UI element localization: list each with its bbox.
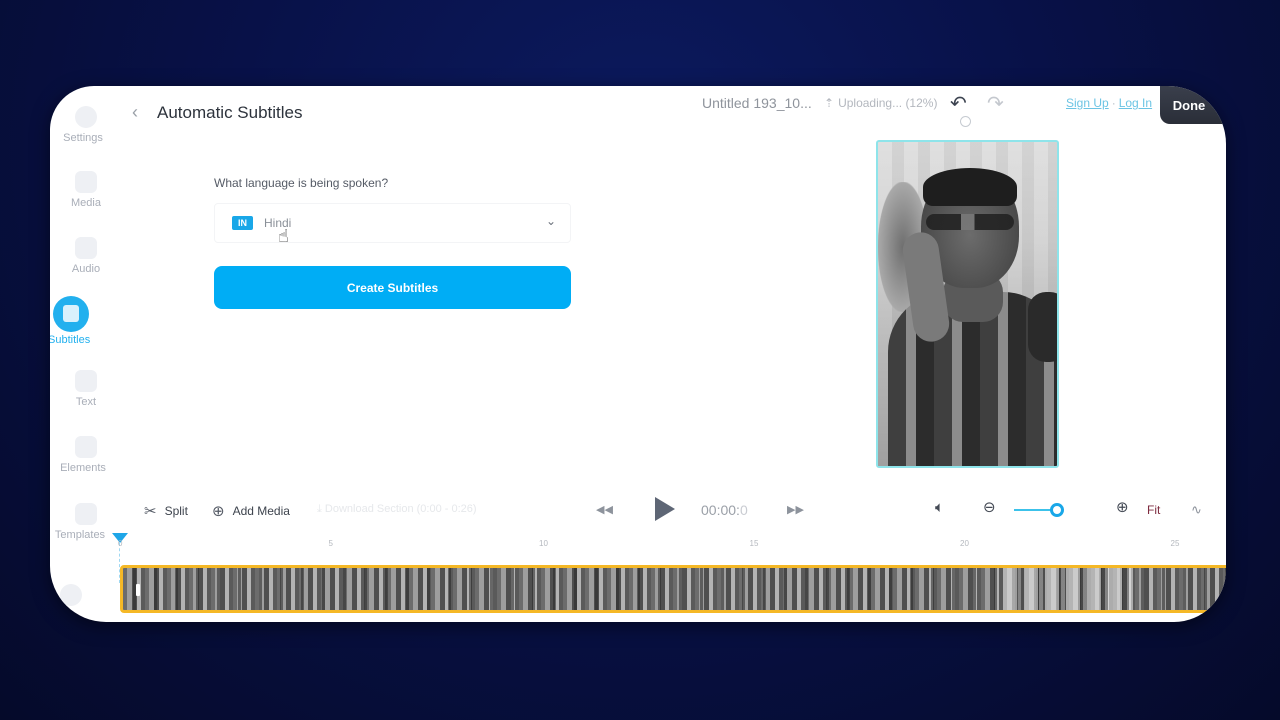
split-button[interactable]: ✂ Split	[144, 502, 188, 520]
ruler-tick: 5	[328, 539, 333, 548]
sidebar-item-elements[interactable]: Elements	[50, 436, 122, 474]
log-in-link[interactable]: Log In	[1119, 96, 1152, 110]
preview-person-glasses	[926, 214, 1014, 230]
sidebar-item-media[interactable]: Media	[50, 171, 122, 209]
panel-title: Automatic Subtitles	[157, 103, 303, 122]
clip-trim-handle[interactable]	[136, 584, 140, 596]
help-icon[interactable]	[60, 584, 82, 606]
ruler-tick: 0	[118, 539, 123, 548]
zoom-slider-knob[interactable]	[1050, 503, 1064, 517]
sidebar-item-text[interactable]: Text	[50, 370, 122, 408]
rewind-icon[interactable]: ◀◀	[596, 503, 613, 516]
sidebar-item-label: Subtitles	[50, 334, 91, 346]
create-subtitles-button[interactable]: Create Subtitles	[214, 266, 571, 309]
volume-icon[interactable]: 🔈︎	[935, 499, 944, 516]
rotate-handle-icon[interactable]	[960, 116, 971, 127]
video-preview[interactable]	[876, 140, 1059, 468]
done-button[interactable]: Done	[1160, 86, 1226, 124]
split-label: Split	[164, 504, 188, 518]
back-button[interactable]: ‹	[132, 102, 138, 123]
zoom-in-icon[interactable]: ⊕	[1116, 498, 1129, 516]
fast-forward-icon[interactable]: ▶▶	[787, 503, 804, 516]
ruler-tick: 20	[960, 539, 969, 548]
sign-up-link[interactable]: Sign Up	[1066, 96, 1109, 110]
scissors-icon: ✂	[144, 503, 157, 520]
subtitles-icon	[53, 296, 89, 332]
language-question: What language is being spoken?	[214, 176, 389, 190]
upload-status-text: Uploading... (12%)	[838, 96, 938, 110]
sidebar-item-subtitles[interactable]: Subtitles	[50, 296, 122, 346]
sidebar-item-label: Audio	[71, 263, 101, 275]
download-section-button[interactable]: ⤓ Download Section (0:00 - 0:26)	[317, 503, 477, 516]
redo-button[interactable]: ↷	[987, 91, 1004, 116]
clip-thumbnails-bright	[1003, 568, 1133, 610]
sidebar-item-audio[interactable]: Audio	[50, 237, 122, 275]
preview-person-hair	[923, 168, 1017, 206]
upload-status: ⇡ Uploading... (12%)	[824, 96, 937, 110]
fit-button[interactable]: Fit	[1147, 503, 1160, 517]
timecode-frame: 0	[739, 502, 748, 518]
timecode-main: 00:00:	[701, 502, 740, 518]
music-note-icon	[75, 237, 97, 259]
sidebar-item-label: Settings	[63, 132, 103, 144]
separator: ·	[1111, 96, 1116, 110]
ruler-tick: 25	[1170, 539, 1180, 548]
sidebar-item-settings[interactable]: Settings	[50, 106, 122, 144]
language-select[interactable]: IN Hindi ⌄	[214, 203, 571, 243]
add-media-button[interactable]: ⊕ Add Media	[212, 502, 290, 520]
sidebar-item-label: Text	[75, 396, 97, 408]
editor-window: Settings Media Audio Subtitles Text Elem…	[50, 86, 1226, 622]
video-track-clip[interactable]	[120, 565, 1226, 613]
project-title[interactable]: Untitled 193_10...	[702, 95, 812, 111]
sidebar-item-label: Media	[71, 197, 101, 209]
sidebar-item-label: Elements	[60, 462, 106, 474]
preview-microphone	[1028, 292, 1057, 362]
add-circle-icon: ⊕	[212, 503, 225, 520]
layout-icon	[75, 503, 97, 525]
plus-icon	[75, 171, 97, 193]
ruler-tick: 10	[539, 539, 548, 548]
text-icon	[75, 370, 97, 392]
play-icon[interactable]	[655, 497, 675, 521]
undo-button[interactable]: ↶	[950, 91, 967, 116]
waveform-icon[interactable]: ∿	[1191, 502, 1202, 518]
auth-links: Sign Up · Log In	[1066, 96, 1152, 110]
timecode: 00:00:0	[701, 502, 748, 518]
hand-cursor-icon: ☝	[278, 226, 289, 246]
gear-icon	[75, 106, 97, 128]
add-media-label: Add Media	[232, 504, 290, 518]
chevron-down-icon: ⌄	[545, 214, 556, 228]
ruler-tick: 15	[749, 539, 759, 548]
india-flag-icon: IN	[232, 216, 253, 230]
shapes-icon	[75, 436, 97, 458]
cloud-upload-icon: ⇡	[824, 96, 835, 110]
zoom-out-icon[interactable]: ⊖	[983, 498, 996, 516]
